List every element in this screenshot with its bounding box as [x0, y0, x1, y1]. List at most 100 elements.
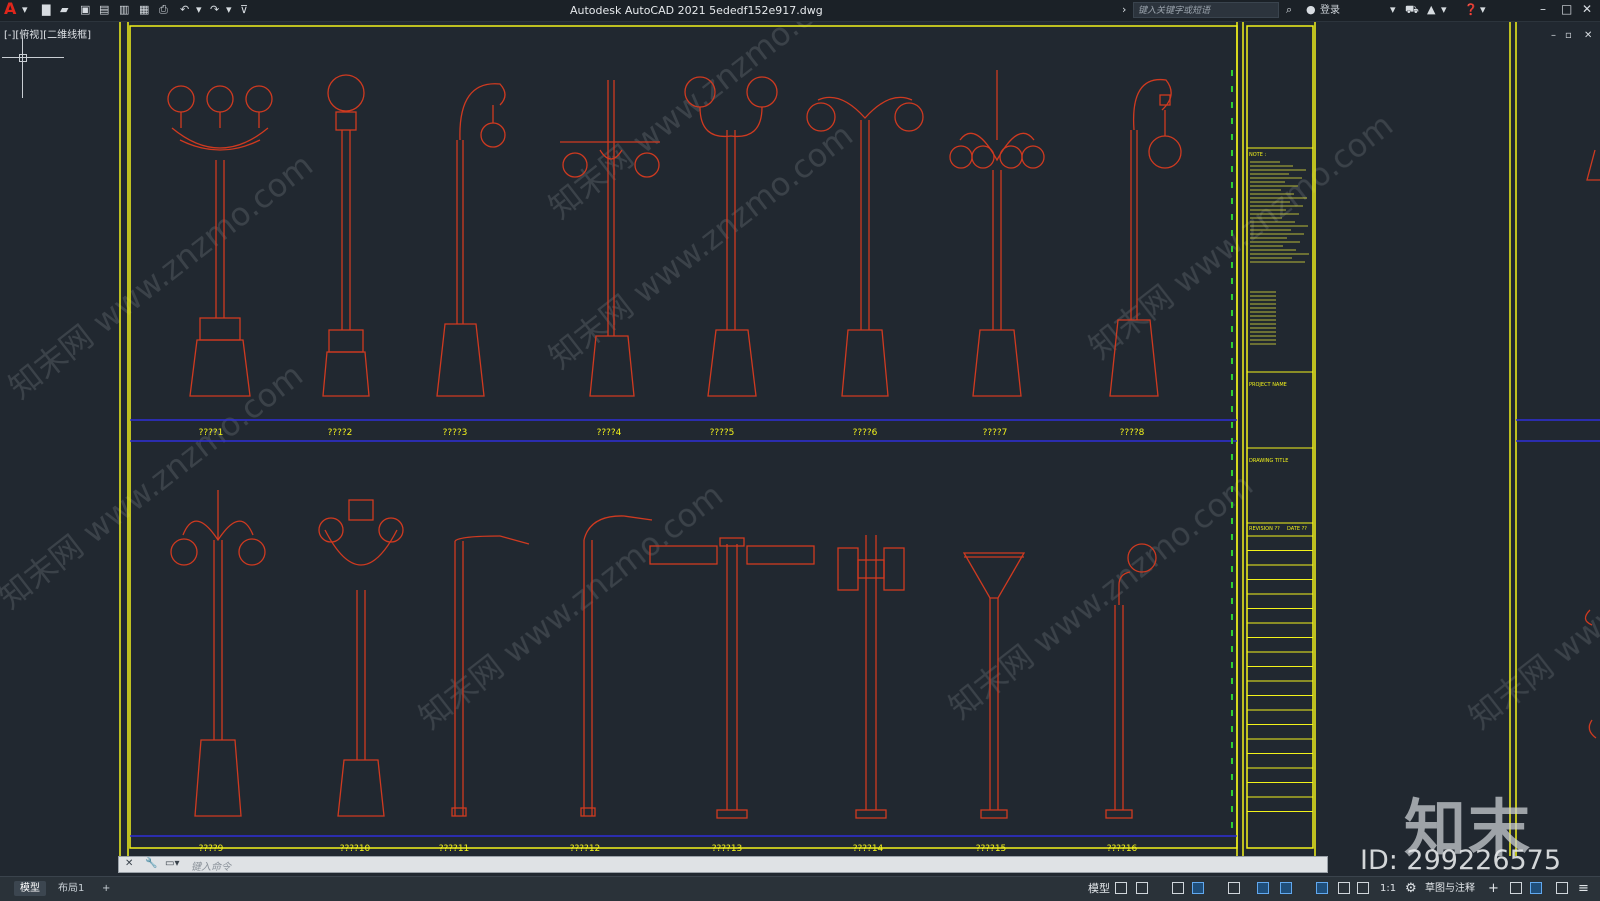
viewport-minimize-icon[interactable]: –	[1551, 30, 1556, 41]
undo-dropdown-icon[interactable]: ▾	[196, 3, 202, 16]
lamp-7[interactable]	[949, 70, 1045, 397]
snap-icon[interactable]	[1136, 882, 1148, 894]
watermark-id: ID: 299226575	[1360, 845, 1562, 876]
maximize-icon[interactable]: □	[1561, 2, 1572, 16]
ortho-icon[interactable]	[1172, 882, 1184, 894]
lamp-label: ????16	[1107, 844, 1138, 854]
app-menu-chevron-icon[interactable]: ▾	[22, 3, 28, 16]
viewport-close-icon[interactable]: ✕	[1584, 30, 1592, 41]
model-space-toggle[interactable]: 模型	[1088, 881, 1110, 897]
workspace-gear-icon[interactable]: ⚙	[1405, 881, 1417, 897]
new-file-icon[interactable]: ▇	[42, 3, 50, 16]
tab-layout1[interactable]: 布局1	[52, 881, 90, 896]
tab-model[interactable]: 模型	[14, 881, 46, 896]
lamp-label: ????9	[199, 844, 224, 854]
customization-menu-icon[interactable]: ≡	[1578, 881, 1589, 897]
lamp-14[interactable]	[837, 535, 905, 819]
project-name-label: PROJECT NAME	[1249, 382, 1287, 388]
open-folder-icon[interactable]: ▰	[60, 3, 68, 16]
minimize-icon[interactable]: –	[1540, 2, 1546, 16]
customize-command-icon[interactable]: 🔧	[145, 858, 157, 869]
redo-dropdown-icon[interactable]: ▾	[226, 3, 232, 16]
login-button[interactable]: 登录	[1320, 2, 1340, 19]
lamp-label: ????2	[328, 428, 353, 438]
command-line[interactable]: ✕ 🔧 ▭▾ 键入命令	[118, 856, 1328, 873]
close-icon[interactable]: ✕	[1582, 2, 1592, 16]
plot-preview-icon[interactable]: ▦	[139, 3, 149, 16]
undo-icon[interactable]: ↶	[180, 3, 189, 16]
viewport-restore-icon[interactable]: ▫	[1565, 30, 1572, 41]
command-input[interactable]: 键入命令	[191, 858, 231, 873]
annotation-monitor-icon[interactable]: +	[1488, 881, 1499, 897]
search-expand-icon[interactable]: ›	[1122, 3, 1126, 16]
search-input[interactable]: 键入关键字或短语	[1133, 2, 1279, 18]
autocad-logo-icon[interactable]: A	[4, 0, 16, 17]
drawing-title-label: DRAWING TITLE	[1249, 458, 1288, 464]
save-icon[interactable]: ▣	[80, 3, 90, 16]
window-title: Autodesk AutoCAD 2021 5ededf152e917.dwg	[570, 4, 823, 17]
annotation-scale-value[interactable]: 1:1	[1380, 881, 1396, 897]
lamp-label: ????5	[710, 428, 735, 438]
help-icon[interactable]: ❓	[1464, 3, 1478, 16]
crosshair-vertical	[22, 38, 23, 98]
clean-screen-icon[interactable]	[1556, 882, 1568, 894]
redo-icon[interactable]: ↷	[210, 3, 219, 16]
object-snap-tracking-icon[interactable]	[1257, 882, 1269, 894]
lamp-label: ????15	[976, 844, 1007, 854]
lamp-label: ????13	[712, 844, 743, 854]
lamp-label: ????3	[443, 428, 468, 438]
lamp-13[interactable]	[649, 537, 815, 819]
lamp-label: ????10	[340, 844, 371, 854]
workspace-switcher[interactable]: 草图与注释	[1425, 881, 1475, 897]
isodraft-icon[interactable]	[1228, 882, 1240, 894]
crosshair-pickbox	[19, 54, 27, 62]
cart-icon[interactable]: ⛟	[1405, 3, 1419, 18]
login-dropdown-icon[interactable]: ▾	[1390, 3, 1396, 16]
close-command-icon[interactable]: ✕	[125, 858, 133, 869]
lamp-label: ????12	[570, 844, 601, 854]
lamp-label: ????14	[853, 844, 884, 854]
publish-icon[interactable]: ▥	[119, 3, 129, 16]
date-label: DATE ??	[1287, 526, 1307, 532]
polar-tracking-icon[interactable]	[1192, 882, 1204, 894]
watermark-diagonal-text: 知末网 www.znzmo.com	[0, 356, 310, 617]
lamp-label: ????11	[439, 844, 470, 854]
watermark-diagonal-text: 知末网 www.znzmo.com	[542, 116, 861, 377]
quick-properties-icon[interactable]	[1530, 882, 1542, 894]
recent-commands-icon[interactable]: ▭▾	[165, 858, 179, 869]
grid-icon[interactable]	[1115, 882, 1127, 894]
note-header: NOTE :	[1249, 152, 1266, 158]
tab-add-layout[interactable]: +	[96, 881, 116, 896]
lamp-2[interactable]	[322, 74, 370, 397]
lamp-label: ????7	[983, 428, 1008, 438]
a360-dropdown-icon[interactable]: ▾	[1441, 3, 1447, 16]
save-as-icon[interactable]: ▤	[99, 3, 109, 16]
crosshair-horizontal	[2, 57, 64, 58]
a360-icon[interactable]: ▲	[1427, 3, 1435, 16]
lamp-label: ????1	[199, 428, 224, 438]
units-icon[interactable]	[1510, 882, 1522, 894]
help-dropdown-icon[interactable]: ▾	[1480, 3, 1486, 16]
title-bar: A ▾ ▇ ▰ ▣ ▤ ▥ ▦ ⎙ ↶ ▾ ↷ ▾ ⊽ Autodesk Aut…	[0, 0, 1600, 22]
status-bar: 模型 布局1 + 模型 1:1 ⚙ 草图与注释 + ≡	[0, 876, 1600, 901]
lamp-9[interactable]	[170, 490, 266, 817]
lamp-label: ????8	[1120, 428, 1145, 438]
lamp-label: ????4	[597, 428, 622, 438]
auto-scale-icon[interactable]	[1338, 882, 1350, 894]
customize-toolbar-icon[interactable]: ⊽	[240, 3, 248, 16]
viewport-control-label[interactable]: [-][俯视][二维线框]	[4, 26, 91, 41]
watermark-diagonal-text: 知末网 www.znzmo.com	[1082, 106, 1401, 367]
print-icon[interactable]: ⎙	[159, 3, 168, 17]
lamp-label: ????6	[853, 428, 878, 438]
revision-label: REVISION ??	[1249, 526, 1280, 532]
lamp-10[interactable]	[318, 499, 404, 817]
annotation-scale-icon[interactable]	[1357, 882, 1369, 894]
watermark-diagonal-text: 知末网 www.znzmo.com	[1462, 476, 1600, 737]
lamp-3[interactable]	[436, 83, 506, 397]
object-snap-icon[interactable]	[1280, 882, 1292, 894]
watermark-diagonal-text: 知末网 www.znzmo.com	[412, 476, 731, 737]
search-icon[interactable]: ⌕	[1286, 3, 1292, 17]
user-icon[interactable]: ●	[1306, 3, 1316, 16]
drawing-canvas[interactable]: 知末网 www.znzmo.com 知末网 www.znzmo.com 知末网 ww…	[0, 22, 1600, 876]
annotation-visibility-icon[interactable]	[1316, 882, 1328, 894]
